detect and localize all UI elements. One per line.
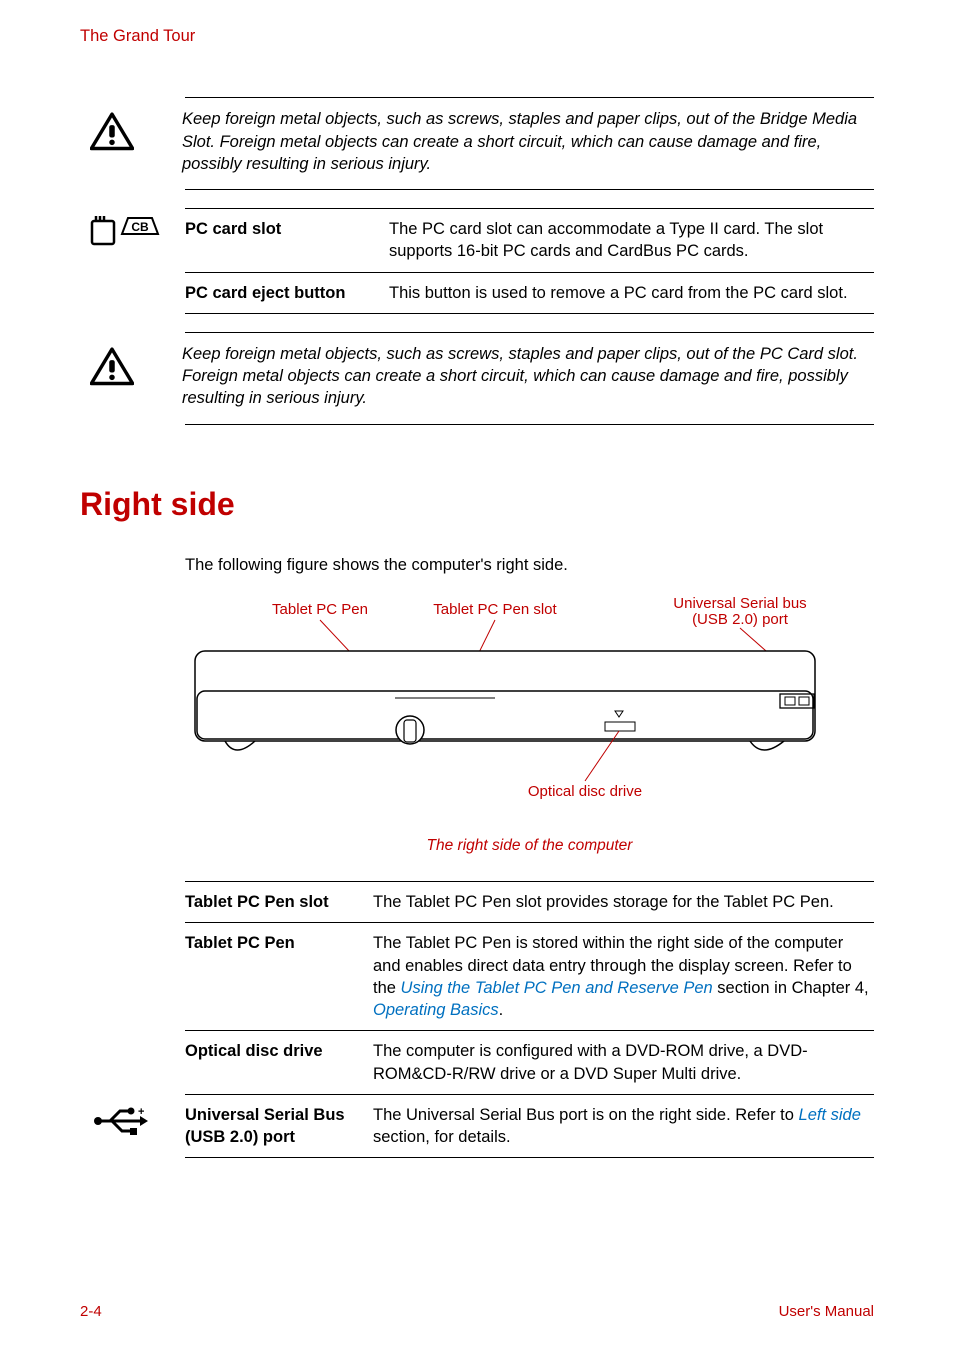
fig-label-pen: Tablet PC Pen bbox=[272, 601, 368, 618]
figure-caption: The right side of the computer bbox=[185, 836, 874, 857]
svg-text:CB: CB bbox=[131, 220, 149, 234]
fig-label-odd: Optical disc drive bbox=[528, 783, 642, 800]
t2-pen-slot-desc: The Tablet PC Pen slot provides storage … bbox=[373, 891, 834, 913]
section-intro: The following figure shows the computer'… bbox=[185, 554, 874, 576]
pc-card-eject-label: PC card eject button bbox=[185, 282, 389, 304]
cardbus-cb-icon: CB bbox=[120, 214, 160, 236]
pc-card-slot-label: PC card slot bbox=[185, 218, 389, 263]
fig-label-usb-2: (USB 2.0) port bbox=[692, 611, 789, 628]
warning-icon bbox=[90, 347, 134, 387]
link-left-side[interactable]: Left side bbox=[799, 1106, 861, 1124]
svg-text:+: + bbox=[138, 1106, 144, 1118]
t2-pen-desc: The Tablet PC Pen is stored within the r… bbox=[373, 932, 874, 1021]
warning-text-pc-card: Keep foreign metal objects, such as scre… bbox=[182, 343, 874, 410]
t2-odd-desc: The computer is configured with a DVD-RO… bbox=[373, 1040, 874, 1085]
t2-usb-desc: The Universal Serial Bus port is on the … bbox=[373, 1104, 874, 1149]
running-header: The Grand Tour bbox=[80, 25, 874, 47]
link-using-pen[interactable]: Using the Tablet PC Pen and Reserve Pen bbox=[401, 979, 713, 997]
pc-card-slot-desc: The PC card slot can accommodate a Type … bbox=[389, 218, 874, 263]
t2-usb-label: Universal Serial Bus (USB 2.0) port bbox=[185, 1104, 373, 1149]
t2-odd-label: Optical disc drive bbox=[185, 1040, 373, 1085]
manual-name: User's Manual bbox=[779, 1302, 874, 1322]
t2-pen-label: Tablet PC Pen bbox=[185, 932, 373, 1021]
usb-icon: + bbox=[90, 1105, 148, 1137]
pc-card-eject-desc: This button is used to remove a PC card … bbox=[389, 282, 848, 304]
pc-card-slot-icon bbox=[90, 214, 116, 246]
warning-text-bridge-media: Keep foreign metal objects, such as scre… bbox=[182, 108, 874, 175]
warning-icon bbox=[90, 112, 134, 152]
t2-pen-slot-label: Tablet PC Pen slot bbox=[185, 891, 373, 913]
fig-label-usb-1: Universal Serial bus bbox=[673, 596, 806, 612]
section-heading-right-side: Right side bbox=[80, 483, 874, 526]
page-number: 2-4 bbox=[80, 1302, 102, 1322]
fig-label-pen-slot: Tablet PC Pen slot bbox=[433, 601, 557, 618]
link-operating-basics[interactable]: Operating Basics bbox=[373, 1001, 499, 1019]
right-side-figure: Tablet PC Pen Tablet PC Pen slot Univers… bbox=[185, 596, 874, 806]
